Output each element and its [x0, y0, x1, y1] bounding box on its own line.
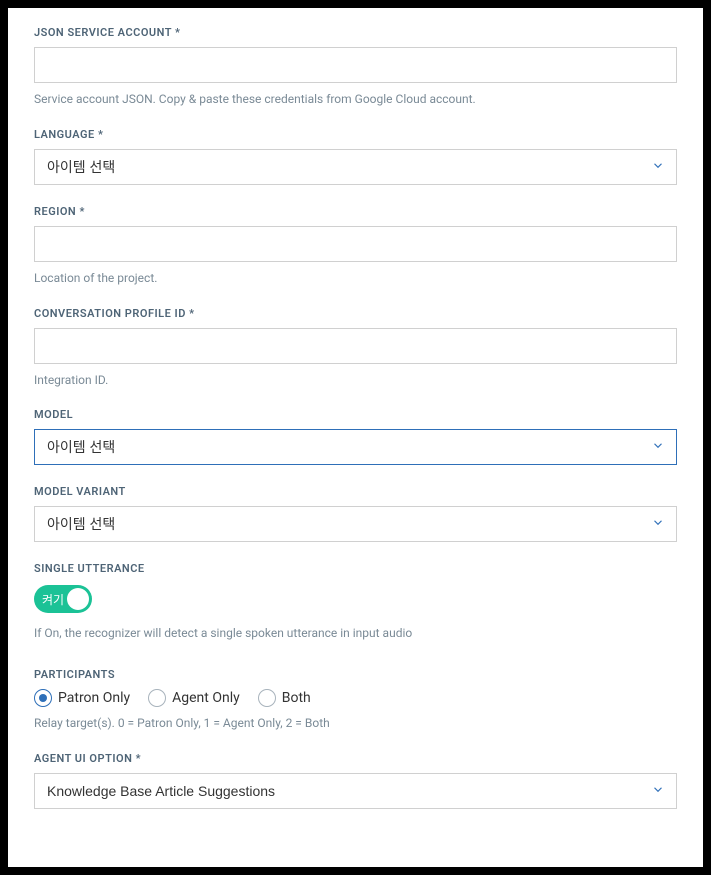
language-group: LANGUAGE * 아이템 선택 [34, 128, 677, 185]
model-variant-label: MODEL VARIANT [34, 485, 677, 498]
radio-agent-only[interactable]: Agent Only [148, 689, 240, 707]
model-group: MODEL 아이템 선택 [34, 408, 677, 465]
radio-patron-only[interactable]: Patron Only [34, 689, 130, 707]
model-variant-select-wrapper: 아이템 선택 [34, 506, 677, 542]
participants-label: PARTICIPANTS [34, 668, 677, 681]
json-service-account-help: Service account JSON. Copy & paste these… [34, 91, 677, 108]
toggle-on-label: 켜기 [34, 591, 64, 608]
radio-label: Patron Only [58, 690, 130, 706]
json-service-account-group: JSON SERVICE ACCOUNT * Service account J… [34, 26, 677, 108]
radio-circle [258, 689, 276, 707]
agent-ui-option-select-value: Knowledge Base Article Suggestions [47, 783, 275, 799]
single-utterance-group: SINGLE UTTERANCE 켜기 If On, the recognize… [34, 562, 677, 642]
language-select-value: 아이템 선택 [47, 157, 115, 177]
region-label: REGION * [34, 205, 677, 218]
radio-circle [34, 689, 52, 707]
single-utterance-toggle[interactable]: 켜기 [34, 585, 92, 613]
json-service-account-input[interactable] [34, 47, 677, 83]
radio-label: Both [282, 690, 311, 706]
model-select[interactable]: 아이템 선택 [34, 429, 677, 465]
conversation-profile-id-group: CONVERSATION PROFILE ID * Integration ID… [34, 307, 677, 389]
model-select-value: 아이템 선택 [47, 437, 115, 457]
single-utterance-help: If On, the recognizer will detect a sing… [34, 625, 677, 642]
json-service-account-label: JSON SERVICE ACCOUNT * [34, 26, 677, 39]
radio-both[interactable]: Both [258, 689, 311, 707]
language-select[interactable]: 아이템 선택 [34, 149, 677, 185]
conversation-profile-id-label: CONVERSATION PROFILE ID * [34, 307, 677, 320]
single-utterance-toggle-wrapper: 켜기 [34, 585, 92, 613]
agent-ui-option-group: AGENT UI OPTION * Knowledge Base Article… [34, 752, 677, 809]
conversation-profile-id-input[interactable] [34, 328, 677, 364]
region-group: REGION * Location of the project. [34, 205, 677, 287]
language-select-wrapper: 아이템 선택 [34, 149, 677, 185]
participants-radio-group: Patron Only Agent Only Both [34, 689, 677, 707]
radio-circle [148, 689, 166, 707]
agent-ui-option-select-wrapper: Knowledge Base Article Suggestions [34, 773, 677, 809]
region-help: Location of the project. [34, 270, 677, 287]
radio-dot [39, 694, 47, 702]
model-variant-group: MODEL VARIANT 아이템 선택 [34, 485, 677, 542]
agent-ui-option-label: AGENT UI OPTION * [34, 752, 677, 765]
toggle-knob [67, 588, 89, 610]
region-input[interactable] [34, 226, 677, 262]
model-label: MODEL [34, 408, 677, 421]
model-variant-select-value: 아이템 선택 [47, 514, 115, 534]
model-variant-select[interactable]: 아이템 선택 [34, 506, 677, 542]
participants-help: Relay target(s). 0 = Patron Only, 1 = Ag… [34, 715, 677, 732]
agent-ui-option-select[interactable]: Knowledge Base Article Suggestions [34, 773, 677, 809]
form-container: JSON SERVICE ACCOUNT * Service account J… [8, 8, 703, 867]
radio-label: Agent Only [172, 690, 240, 706]
conversation-profile-id-help: Integration ID. [34, 372, 677, 389]
participants-group: PARTICIPANTS Patron Only Agent Only Both… [34, 668, 677, 732]
model-select-wrapper: 아이템 선택 [34, 429, 677, 465]
language-label: LANGUAGE * [34, 128, 677, 141]
single-utterance-label: SINGLE UTTERANCE [34, 562, 677, 575]
